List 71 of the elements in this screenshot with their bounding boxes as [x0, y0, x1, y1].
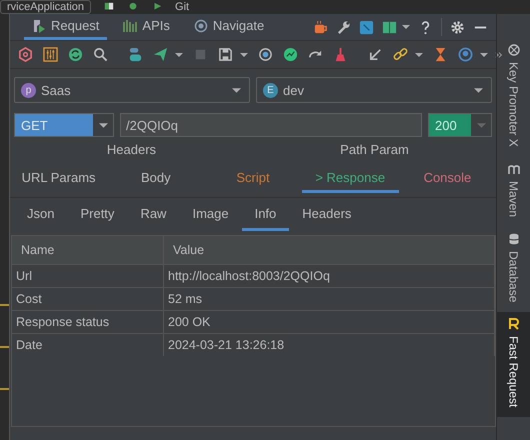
- wrench-icon[interactable]: [336, 20, 351, 34]
- hourglass-icon[interactable]: [433, 47, 448, 62]
- tool-tab[interactable]: Navigate: [186, 14, 272, 40]
- run-configuration-field[interactable]: rviceApplication: [0, 0, 92, 14]
- view-tab[interactable]: Image: [179, 198, 242, 231]
- column-header: Value: [164, 236, 494, 264]
- view-tab[interactable]: Json: [14, 198, 68, 231]
- settings-icon[interactable]: [450, 20, 465, 34]
- side-tool-tab[interactable]: Database: [497, 226, 530, 312]
- caret-icon[interactable]: [175, 50, 183, 58]
- coffee-cup-icon[interactable]: [313, 20, 328, 34]
- environment-badge: E: [263, 82, 278, 98]
- table-cell: Date: [12, 334, 164, 356]
- project-dropdown[interactable]: p Saas: [14, 77, 250, 103]
- table-cell: Url: [12, 264, 164, 288]
- section-tab[interactable]: Body: [107, 165, 204, 193]
- side-tool-tab[interactable]: Fast Request: [497, 312, 530, 418]
- search-icon[interactable]: [93, 47, 108, 62]
- table-cell: Response status: [12, 310, 164, 334]
- r-icon: [508, 318, 520, 330]
- caret-icon[interactable]: [415, 50, 423, 58]
- table-cell: 52 ms: [164, 288, 494, 310]
- dropdown-arrow-icon: [476, 120, 486, 130]
- tool-tab[interactable]: APIs: [115, 14, 178, 40]
- m-icon: [508, 162, 520, 175]
- broom-icon[interactable]: [333, 47, 348, 62]
- view-tab[interactable]: Pretty: [67, 198, 128, 231]
- dropdown-arrow-icon: [98, 120, 108, 130]
- refresh-icon[interactable]: [68, 47, 83, 62]
- dropdown-arrow-icon: [232, 86, 241, 94]
- tool-tab[interactable]: Request: [24, 14, 108, 40]
- database-icon: [508, 232, 520, 245]
- dropdown-arrow-icon: [474, 86, 483, 94]
- status-dropdown[interactable]: 200: [428, 113, 492, 137]
- caret-icon[interactable]: [402, 23, 410, 31]
- vcs-label[interactable]: Git: [175, 1, 190, 13]
- toggle-icon[interactable]: [128, 47, 143, 62]
- view-tab[interactable]: Headers: [289, 198, 364, 231]
- environment-dropdown[interactable]: E dev: [256, 77, 492, 103]
- view-tab[interactable]: Info: [242, 198, 290, 231]
- save-icon[interactable]: [218, 47, 233, 62]
- chevrons-icon[interactable]: [495, 50, 503, 58]
- table-cell: http://localhost:8003/2QQIOq: [164, 264, 494, 288]
- caret-icon[interactable]: [240, 50, 248, 58]
- method-dropdown[interactable]: GET: [14, 113, 114, 137]
- link-icon[interactable]: [393, 47, 408, 62]
- section-tab[interactable]: URL Params: [10, 165, 108, 193]
- sliders-icon[interactable]: [43, 47, 58, 62]
- bars-icon: [123, 18, 138, 32]
- url-field[interactable]: /2QQIOq: [120, 113, 422, 137]
- side-tool-tab[interactable]: Maven: [497, 156, 530, 227]
- send-icon[interactable]: [153, 47, 168, 62]
- radio-icon[interactable]: [258, 47, 273, 62]
- caret-icon[interactable]: [480, 50, 488, 58]
- table-cell: 200 OK: [164, 310, 494, 334]
- section-tab[interactable]: Console: [398, 165, 496, 193]
- view-tab[interactable]: Raw: [127, 198, 180, 231]
- table-cell: 2024-03-21 13:26:18: [164, 334, 494, 356]
- table-cell: Cost: [12, 288, 164, 310]
- chart-circle-icon[interactable]: [283, 47, 298, 62]
- column-header: Name: [12, 236, 164, 264]
- arrow-down-left-icon[interactable]: [368, 47, 383, 62]
- hexagon-icon[interactable]: [18, 47, 33, 62]
- section-tab[interactable]: Script: [204, 165, 302, 193]
- target-icon: [194, 18, 208, 32]
- side-tool-tab[interactable]: Key Promoter X: [497, 38, 530, 157]
- section-tab[interactable]: > Response: [302, 165, 399, 193]
- project-badge: p: [21, 82, 36, 98]
- section-tab[interactable]: Headers: [10, 137, 253, 165]
- section-tab[interactable]: Path Param: [253, 137, 496, 165]
- request-icon: [32, 18, 46, 32]
